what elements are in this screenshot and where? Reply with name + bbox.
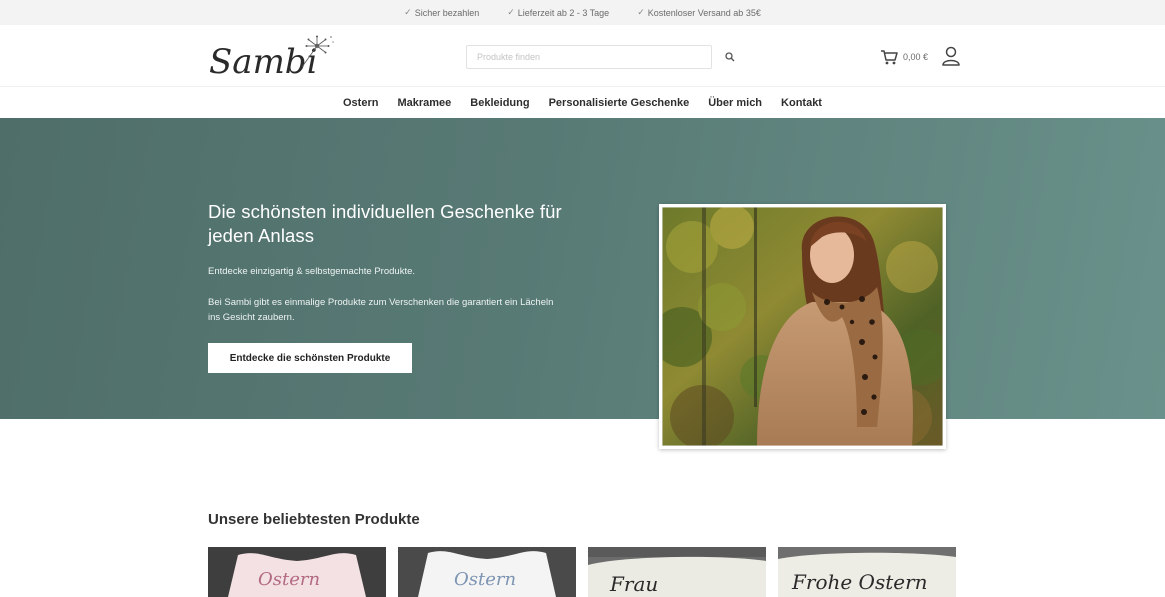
product-image: Frohe Ostern [778,547,956,597]
hero-banner [0,118,1165,419]
hero-subtitle: Entdecke einzigartig & selbstgemachte Pr… [208,266,416,277]
check-icon: ✓ [637,7,645,17]
product-card[interactable]: Frohe Ostern [778,547,956,597]
product-print-text: Ostern [454,569,516,590]
nav-item-makramee[interactable]: Makramee [397,97,451,109]
usp-bar: ✓ Sicher bezahlen ✓ Lieferzeit ab 2 - 3 Ta… [0,0,1165,25]
logo-text: Sambi [209,42,317,81]
product-print-text: Frau [609,572,658,596]
user-icon [942,46,960,66]
usp-item: ✓ Sicher bezahlen [404,7,479,18]
hero-title: Die schönsten individuellen Geschenke fü… [208,201,562,246]
hero-photo [659,204,946,449]
usp-label: Sicher bezahlen [414,7,480,18]
cart-total: 0,00 € [903,52,929,62]
check-icon: ✓ [404,7,412,17]
product-card[interactable]: Ostern [208,547,386,597]
search-button[interactable] [722,49,738,65]
portrait-image [662,207,943,446]
product-card[interactable]: Frau [588,547,766,597]
nav-item-bekleidung[interactable]: Bekleidung [470,97,529,109]
product-print-text: Ostern [258,569,320,590]
main-nav: Ostern Makramee Bekleidung Personalisier… [0,86,1165,118]
nav-item-ueber-mich[interactable]: Über mich [708,97,762,109]
discover-products-button[interactable]: Entdecke die schönsten Produkte [208,343,412,373]
product-card[interactable]: Ostern [398,547,576,597]
usp-label: Kostenloser Versand ab 35€ [647,7,761,18]
sambi-logo-icon: Sambi [209,35,334,82]
site-header: Sambi 0,00 € [0,25,1165,85]
cart-button[interactable]: 0,00 € [880,47,928,67]
product-image: Frau [588,547,766,597]
hero-description: Bei Sambi gibt es einmalige Produkte zum… [208,297,554,323]
usp-item: ✓ Lieferzeit ab 2 - 3 Tage [507,7,609,18]
nav-item-personalisierte-geschenke[interactable]: Personalisierte Geschenke [549,97,690,109]
usp-item: ✓ Kostenloser Versand ab 35€ [637,7,761,18]
section-title: Unsere beliebtesten Produkte [208,511,420,528]
product-image: Ostern [398,547,576,597]
logo[interactable]: Sambi [207,33,335,82]
nav-item-kontakt[interactable]: Kontakt [781,97,822,109]
account-button[interactable] [940,45,962,67]
cart-icon [881,50,898,65]
usp-label: Lieferzeit ab 2 - 3 Tage [517,7,610,18]
product-image: Ostern [208,547,386,597]
product-grid: Ostern Ostern Frau Frohe Ostern [208,547,958,597]
nav-item-ostern[interactable]: Ostern [343,97,378,109]
product-print-text: Frohe Ostern [791,570,928,594]
check-icon: ✓ [507,7,515,17]
search-icon [725,52,735,62]
search-input[interactable] [466,45,712,69]
